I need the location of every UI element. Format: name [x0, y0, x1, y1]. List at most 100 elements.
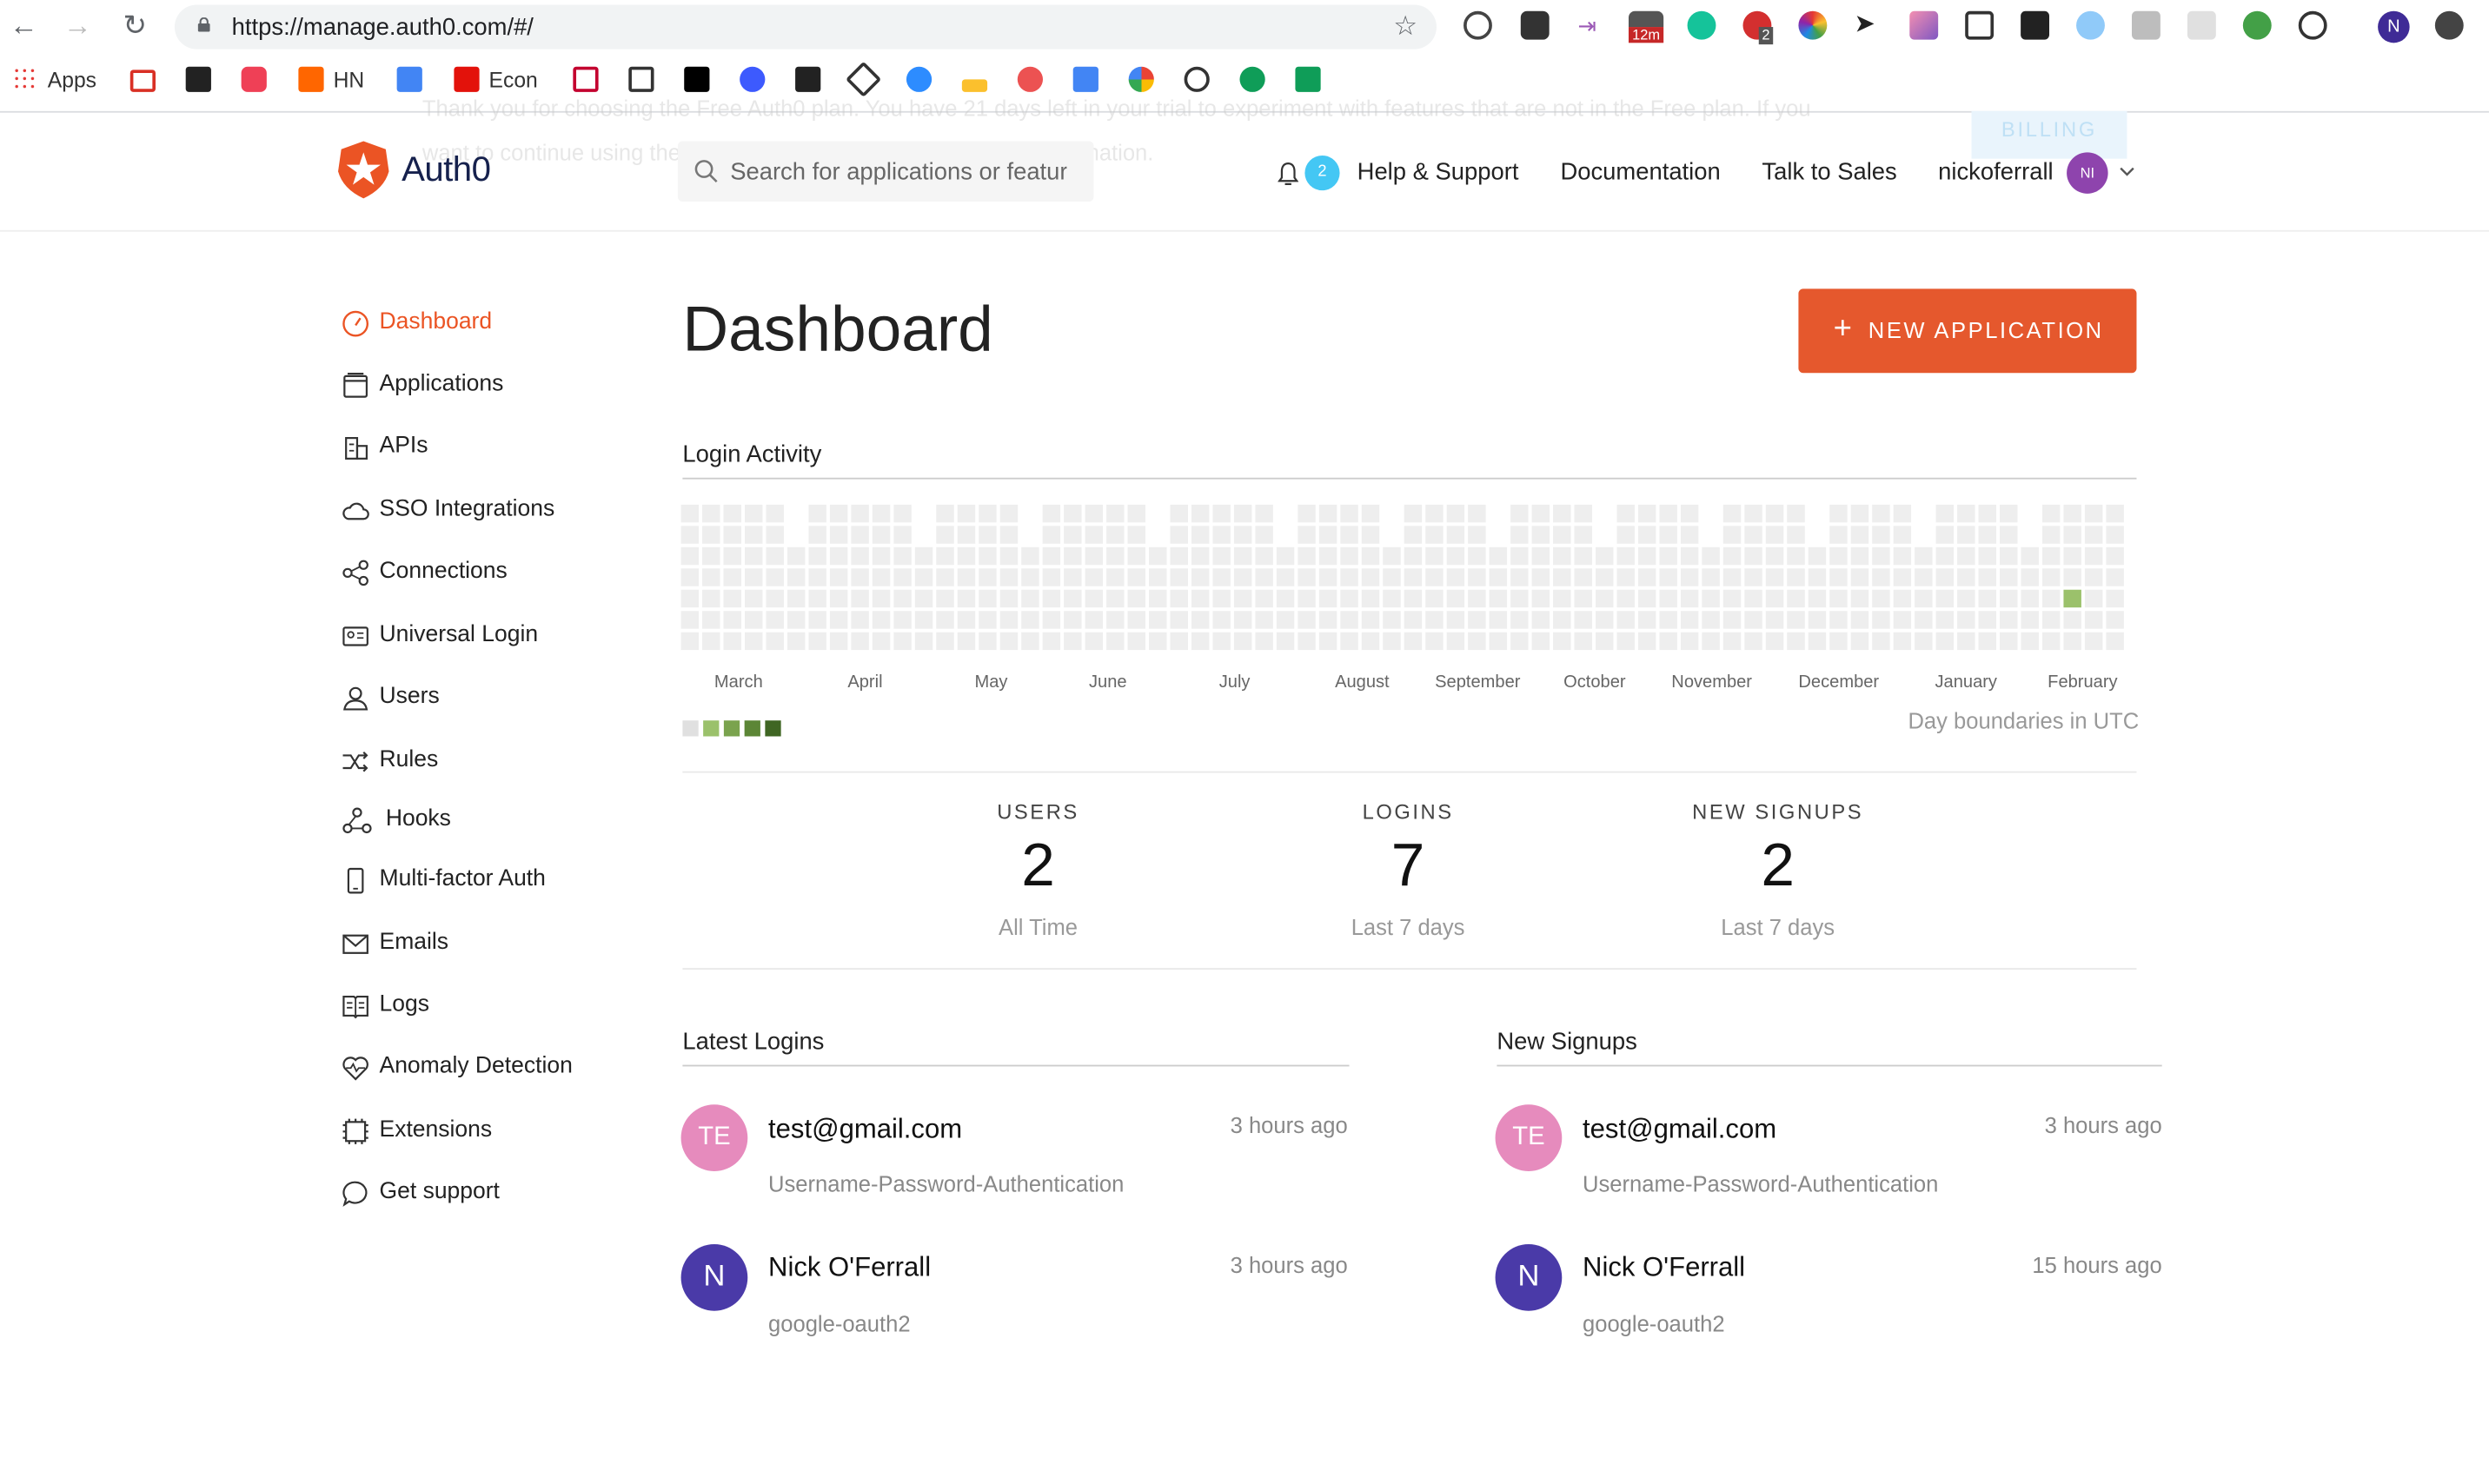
- bookmark-apps[interactable]: Apps: [12, 66, 96, 96]
- heatmap-cell: [1553, 526, 1571, 544]
- heatmap-cell: [1340, 611, 1358, 629]
- search-input[interactable]: Search for applications or features: [730, 159, 1066, 186]
- documentation-link[interactable]: Documentation: [1560, 159, 1720, 186]
- heatmap-cell: [1702, 611, 1720, 629]
- extension-timer-icon[interactable]: 12m: [1628, 10, 1664, 43]
- extension-gradient-icon[interactable]: [1909, 10, 1939, 40]
- bookmark-gmail[interactable]: [129, 67, 165, 96]
- address-bar[interactable]: https://manage.auth0.com/#/ ☆: [174, 4, 1437, 50]
- bookmark-sheets[interactable]: [1295, 66, 1330, 96]
- heatmap-cell: [1893, 526, 1912, 544]
- heatmap-cell: [1616, 504, 1635, 523]
- heatmap-cell: [1340, 526, 1358, 544]
- update-icon[interactable]: [2434, 10, 2464, 40]
- talk-to-sales-link[interactable]: Talk to Sales: [1762, 159, 1896, 186]
- bookmark-nyt[interactable]: [795, 66, 830, 96]
- quora-icon: [740, 66, 766, 92]
- heatmap-cell: [1850, 568, 1869, 586]
- heatmap-cell: [1702, 547, 1720, 566]
- chevron-down-icon[interactable]: [2119, 167, 2134, 178]
- bookmark-calendar[interactable]: [396, 66, 432, 96]
- heatmap-cell: [1978, 589, 1997, 608]
- bookmark-crown[interactable]: [961, 67, 997, 96]
- extension-react-icon[interactable]: [2021, 10, 2050, 40]
- forward-icon[interactable]: →: [63, 11, 92, 40]
- heatmap-cell: [1149, 632, 1167, 651]
- heatmap-cell: [1212, 568, 1231, 586]
- billing-button[interactable]: BILLING: [1971, 110, 2127, 159]
- heatmap-cell: [1404, 589, 1423, 608]
- bookmark-code[interactable]: [628, 66, 663, 96]
- bookmark-medium[interactable]: [684, 66, 719, 96]
- bookmark-quora[interactable]: [740, 66, 774, 96]
- auth0-logo-text[interactable]: Auth0: [402, 149, 491, 190]
- entry-time: 15 hours ago: [2032, 1252, 2162, 1278]
- bookmark-google[interactable]: [1128, 66, 1164, 96]
- profile-avatar-icon[interactable]: N: [2378, 10, 2410, 43]
- extension-pocket-icon[interactable]: [1520, 10, 1550, 40]
- stat-new-signups: NEW SIGNUPS 2 Last 7 days: [1588, 800, 1968, 940]
- heatmap-cell: [1106, 568, 1125, 586]
- extension-bird-icon[interactable]: ➤: [1854, 11, 1882, 40]
- notification-badge[interactable]: 2: [1304, 155, 1340, 191]
- bookmark-pocket[interactable]: [241, 66, 276, 96]
- back-icon[interactable]: ←: [10, 11, 38, 40]
- extension-reader-icon[interactable]: [1965, 10, 1995, 40]
- bookmark-trello[interactable]: [185, 66, 221, 96]
- bell-icon[interactable]: [1278, 162, 1299, 187]
- bookmark-angular[interactable]: [573, 66, 607, 96]
- extension-red-icon[interactable]: 2: [1742, 10, 1774, 45]
- month-label: October: [1563, 672, 1626, 692]
- heatmap-cell: [1978, 526, 1997, 544]
- heatmap-cell: [1489, 589, 1508, 608]
- extension-grey-icon[interactable]: [2187, 10, 2216, 40]
- reload-icon[interactable]: ↻: [121, 11, 149, 40]
- heatmap-cell: [2000, 632, 2018, 651]
- heatmap-cell: [1191, 504, 1210, 523]
- heatmap-cell: [1127, 611, 1146, 629]
- heatmap-cell: [1255, 547, 1273, 566]
- username-menu[interactable]: nickoferrall: [1938, 159, 2053, 186]
- bookmark-udemy[interactable]: [1017, 66, 1052, 96]
- heatmap-cell: [1765, 632, 1784, 651]
- bookmark-smiley[interactable]: [1184, 66, 1219, 96]
- heatmap-cell: [1829, 526, 1848, 544]
- bookmark-econ[interactable]: Econ: [454, 66, 538, 96]
- bookmark-hangouts[interactable]: [1239, 66, 1274, 96]
- bookmark-codepen[interactable]: [845, 61, 886, 97]
- heatmap-cell: [1744, 589, 1762, 608]
- heatmap-cell: [1425, 504, 1444, 523]
- bookmark-zoom[interactable]: [906, 66, 941, 96]
- search-box[interactable]: Search for applications or features: [677, 141, 1094, 202]
- heatmap-cell: [2041, 589, 2061, 608]
- extension-1password-icon[interactable]: [1464, 10, 1492, 40]
- heatmap-cell: [1829, 504, 1848, 523]
- bookmark-star-icon[interactable]: ☆: [1393, 11, 1417, 43]
- economist-icon: [454, 66, 480, 92]
- entry-name[interactable]: test@gmail.com: [768, 1114, 962, 1146]
- bookmark-hn[interactable]: HN: [298, 66, 364, 96]
- bookmark-docs[interactable]: [1072, 66, 1108, 96]
- user-avatar[interactable]: NI: [2067, 152, 2108, 194]
- month-label: June: [1088, 672, 1127, 692]
- extension-red-badge: 2: [1758, 27, 1774, 45]
- logs-icon: [342, 995, 368, 1019]
- extension-info-icon[interactable]: [2298, 10, 2327, 40]
- new-signups-title: New Signups: [1497, 1028, 1637, 1056]
- entry-name[interactable]: Nick O'Ferrall: [1583, 1252, 1745, 1284]
- heatmap-cell: [1531, 504, 1550, 523]
- extension-colorwheel-icon[interactable]: [1798, 10, 1828, 40]
- entry-name[interactable]: Nick O'Ferrall: [768, 1252, 931, 1284]
- extension-m-icon[interactable]: [2131, 10, 2160, 40]
- help-support-link[interactable]: Help & Support: [1357, 159, 1519, 186]
- entry-name[interactable]: test@gmail.com: [1583, 1114, 1776, 1146]
- new-application-button[interactable]: + NEW APPLICATION: [1798, 288, 2137, 374]
- heatmap-cell: [1637, 568, 1656, 586]
- heatmap-cell: [1042, 589, 1061, 608]
- extension-arrow-icon[interactable]: ⇥: [1578, 11, 1607, 40]
- heatmap-cell: [1531, 611, 1550, 629]
- extension-blue-icon[interactable]: [2076, 10, 2105, 40]
- auth0-logo-icon[interactable]: [336, 140, 390, 200]
- extension-green-icon[interactable]: [2242, 10, 2272, 40]
- extension-grammarly-icon[interactable]: [1687, 10, 1716, 40]
